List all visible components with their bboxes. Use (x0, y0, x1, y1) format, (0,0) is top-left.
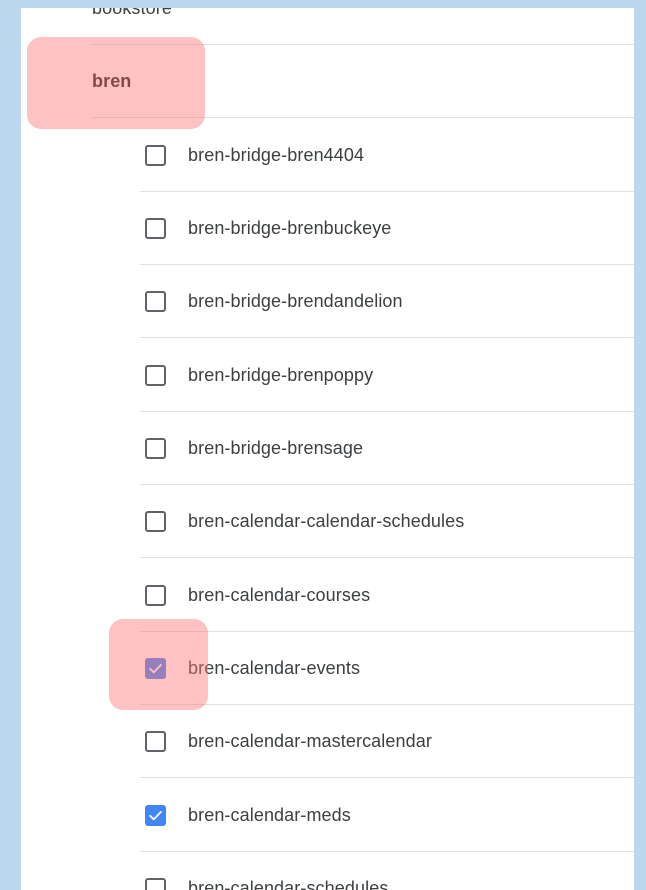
check-icon (149, 663, 162, 673)
checkbox[interactable] (145, 584, 166, 606)
list-item[interactable]: bren-bridge-bren4404 (140, 119, 634, 192)
item-label: bren-bridge-bren4404 (188, 144, 365, 165)
item-label: bren-calendar-courses (188, 584, 371, 605)
checkbox[interactable] (145, 730, 166, 752)
group-label: bren (92, 70, 132, 91)
list-item[interactable]: bren-bridge-brensage (140, 412, 634, 485)
list-item[interactable]: bren-calendar-meds (140, 779, 634, 852)
check-icon (149, 810, 162, 820)
list-item[interactable]: bren-calendar-schedules (140, 852, 634, 890)
item-label: bren-calendar-meds (188, 804, 351, 825)
checkbox[interactable] (145, 144, 166, 166)
item-label: bren-calendar-schedules (188, 877, 389, 890)
checkbox[interactable] (145, 877, 166, 890)
item-label: bren-bridge-brensage (188, 437, 364, 458)
item-label: bren-bridge-brenpoppy (188, 364, 374, 385)
checkbox[interactable] (145, 510, 166, 532)
list-item[interactable]: bren-calendar-events (140, 632, 634, 705)
checkbox-checked[interactable] (145, 657, 166, 679)
item-label: bren-calendar-mastercalendar (188, 730, 432, 751)
checkbox[interactable] (145, 217, 166, 239)
list-item[interactable]: bren-calendar-courses (140, 559, 634, 632)
list-item[interactable]: bren-calendar-calendar-schedules (140, 485, 634, 558)
list-item[interactable]: bren-bridge-brenpoppy (140, 339, 634, 412)
group-row-bren[interactable]: bren (92, 45, 634, 118)
list-item[interactable]: bren-calendar-mastercalendar (140, 705, 634, 778)
item-label: bren-calendar-calendar-schedules (188, 510, 465, 531)
checkbox-checked[interactable] (145, 804, 166, 826)
bucket-list-panel: bookstore bren bren-bridge-bren4404 bren… (21, 8, 634, 890)
checkbox[interactable] (145, 290, 166, 312)
list-item[interactable]: bren-bridge-brendandelion (140, 265, 634, 338)
item-label: bren-bridge-brenbuckeye (188, 217, 392, 238)
checkbox[interactable] (145, 364, 166, 386)
checkbox[interactable] (145, 437, 166, 459)
group-row-bookstore[interactable]: bookstore (92, 8, 634, 45)
list-item[interactable]: bren-bridge-brenbuckeye (140, 192, 634, 265)
item-label: bren-bridge-brendandelion (188, 290, 403, 311)
group-label: bookstore (92, 8, 172, 19)
item-label: bren-calendar-events (188, 657, 361, 678)
